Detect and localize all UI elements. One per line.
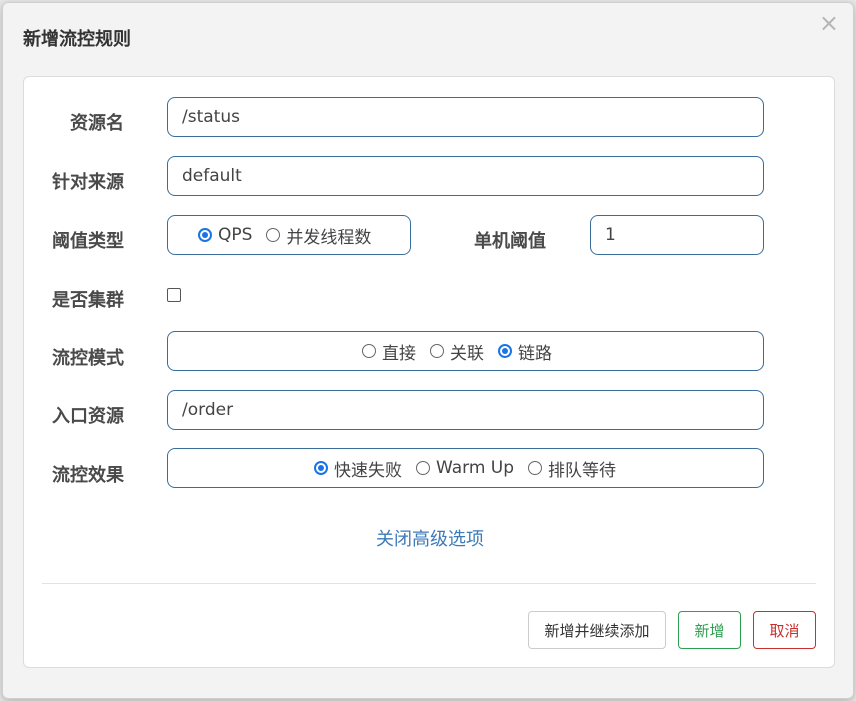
strategy-option-direct[interactable]: 直接	[362, 339, 416, 364]
strategy-option-label: 直接	[382, 343, 416, 364]
limit-app-label: 针对来源	[52, 172, 124, 193]
radio-selected-icon	[198, 228, 212, 242]
behavior-option-label: 快速失败	[334, 460, 402, 481]
control-behavior-radio-box: 快速失败 Warm Up 排队等待	[167, 448, 764, 488]
toggle-advanced-link[interactable]: 关闭高级选项	[24, 525, 836, 551]
resource-label: 资源名	[70, 113, 124, 134]
radio-unselected-icon	[416, 461, 430, 475]
grade-radio-box: QPS 并发线程数	[167, 215, 411, 255]
strategy-label: 流控模式	[52, 348, 124, 369]
add-flow-rule-dialog: 新增流控规则 × 资源名 针对来源 阈值类型 QPS 并发线程数 单机阈值	[2, 2, 854, 699]
limit-app-input[interactable]	[167, 156, 764, 196]
behavior-option-label: Warm Up	[436, 458, 515, 478]
grade-label: 阈值类型	[52, 231, 124, 252]
cluster-checkbox[interactable]	[167, 288, 181, 302]
dialog-title: 新增流控规则	[23, 29, 131, 50]
ref-resource-label: 入口资源	[52, 406, 124, 427]
resource-input[interactable]	[167, 97, 764, 137]
radio-unselected-icon	[528, 461, 543, 475]
radio-unselected-icon	[266, 228, 281, 242]
strategy-option-relate[interactable]: 关联	[430, 339, 484, 364]
radio-selected-icon	[314, 461, 328, 475]
grade-option-qps[interactable]: QPS	[198, 225, 252, 245]
add-button[interactable]: 新增	[678, 611, 741, 649]
grade-option-label: 并发线程数	[286, 227, 372, 248]
radio-unselected-icon	[430, 344, 444, 358]
ref-resource-input[interactable]	[167, 390, 764, 430]
close-icon[interactable]: ×	[819, 11, 839, 35]
strategy-radio-box: 直接 关联 链路	[167, 331, 764, 371]
radio-unselected-icon	[362, 344, 376, 358]
behavior-option-queue[interactable]: 排队等待	[528, 456, 616, 481]
cancel-button[interactable]: 取消	[753, 611, 816, 649]
radio-selected-icon	[498, 344, 512, 358]
behavior-option-fast-fail[interactable]: 快速失败	[314, 456, 402, 481]
form-panel: 资源名 针对来源 阈值类型 QPS 并发线程数 单机阈值 是否集群	[23, 76, 835, 668]
strategy-option-chain[interactable]: 链路	[498, 339, 552, 364]
footer-divider	[42, 583, 816, 584]
count-input[interactable]	[590, 215, 764, 255]
control-behavior-label: 流控效果	[52, 465, 124, 486]
behavior-option-label: 排队等待	[548, 460, 617, 481]
add-and-continue-button[interactable]: 新增并继续添加	[528, 611, 666, 649]
grade-option-label: QPS	[218, 225, 253, 245]
strategy-option-label: 链路	[518, 343, 552, 364]
grade-option-thread[interactable]: 并发线程数	[266, 223, 371, 248]
strategy-option-label: 关联	[450, 343, 484, 364]
count-label: 单机阈值	[474, 231, 546, 252]
behavior-option-warm-up[interactable]: Warm Up	[416, 458, 514, 478]
cluster-label: 是否集群	[52, 290, 124, 311]
